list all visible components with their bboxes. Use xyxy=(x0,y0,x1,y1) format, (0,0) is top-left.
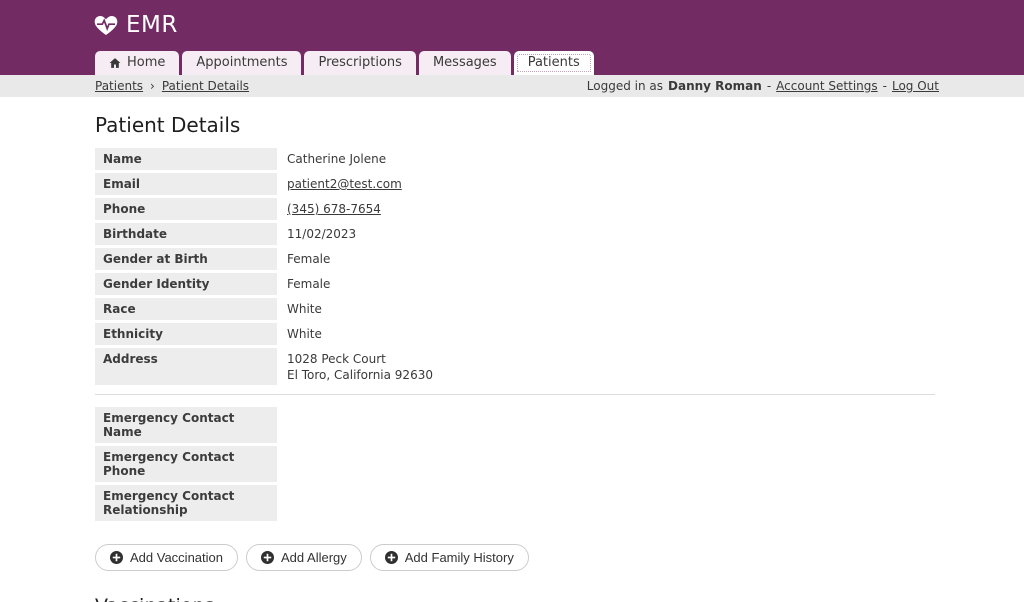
breadcrumb-patients-link[interactable]: Patients xyxy=(95,79,143,93)
plus-circle-icon xyxy=(261,550,274,564)
tab-patients[interactable]: Patients xyxy=(513,51,594,75)
tab-home[interactable]: Home xyxy=(95,51,180,75)
main-nav: Home Appointments Prescriptions Messages… xyxy=(95,51,594,75)
utility-bar: Patients › Patient Details Logged in as … xyxy=(0,75,1024,97)
add-family-history-button[interactable]: Add Family History xyxy=(369,543,529,571)
logout-link[interactable]: Log Out xyxy=(892,79,939,93)
field-row-birthdate: Birthdate 11/02/2023 xyxy=(95,223,935,245)
field-row-email: Email patient2@test.com xyxy=(95,173,935,195)
field-row-emergency-phone: Emergency Contact Phone xyxy=(95,445,935,482)
field-row-gender-at-birth: Gender at Birth Female xyxy=(95,248,935,270)
home-icon xyxy=(109,57,121,69)
main-content: Patient Details Name Catherine Jolene Em… xyxy=(0,97,1024,602)
field-row-address: Address 1028 Peck Court El Toro, Califor… xyxy=(95,348,935,385)
phone-link[interactable]: (345) 678-7654 xyxy=(287,202,381,216)
page-title: Patient Details xyxy=(95,113,241,137)
app-title: EMR xyxy=(126,12,178,38)
plus-circle-icon xyxy=(110,550,123,564)
logged-in-user: Danny Roman xyxy=(668,79,762,93)
tab-appointments[interactable]: Appointments xyxy=(182,51,302,75)
field-row-phone: Phone (345) 678-7654 xyxy=(95,198,935,220)
tab-messages[interactable]: Messages xyxy=(418,51,511,75)
field-row-name: Name Catherine Jolene xyxy=(95,148,935,170)
logged-in-prefix: Logged in as xyxy=(586,79,664,93)
app-header: EMR Home Appointments Prescriptions Mess… xyxy=(0,0,1024,75)
add-allergy-button[interactable]: Add Allergy xyxy=(246,543,362,571)
field-row-ethnicity: Ethnicity White xyxy=(95,323,935,345)
field-row-emergency-name: Emergency Contact Name xyxy=(95,406,935,443)
field-row-race: Race White xyxy=(95,298,935,320)
field-row-emergency-relationship: Emergency Contact Relationship xyxy=(95,484,935,521)
vaccinations-title: Vaccinations xyxy=(95,595,935,602)
action-buttons: Add Vaccination Add Allergy Add Family H… xyxy=(95,543,935,571)
breadcrumb: Patients › Patient Details xyxy=(95,79,249,93)
field-row-gender-identity: Gender Identity Female xyxy=(95,273,935,295)
section-divider xyxy=(95,393,935,395)
breadcrumb-separator: › xyxy=(150,79,155,93)
account-settings-link[interactable]: Account Settings xyxy=(776,79,877,93)
email-link[interactable]: patient2@test.com xyxy=(287,177,402,191)
app-logo: EMR xyxy=(94,12,178,38)
heart-pulse-icon xyxy=(94,14,118,36)
breadcrumb-patient-details-link[interactable]: Patient Details xyxy=(162,79,249,93)
plus-circle-icon xyxy=(384,550,398,564)
tab-prescriptions[interactable]: Prescriptions xyxy=(304,51,416,75)
add-vaccination-button[interactable]: Add Vaccination xyxy=(95,543,238,571)
patient-fields: Name Catherine Jolene Email patient2@tes… xyxy=(95,148,935,385)
session-info: Logged in as Danny Roman - Account Setti… xyxy=(586,79,939,93)
emergency-contact-fields: Emergency Contact Name Emergency Contact… xyxy=(95,406,935,521)
